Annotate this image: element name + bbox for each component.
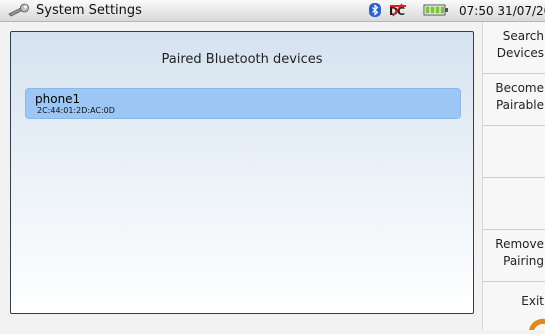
- device-name: phone1: [35, 92, 81, 106]
- softkey-label: Exit: [521, 294, 544, 308]
- remove-pairing-button[interactable]: Remove Pairing: [483, 230, 545, 282]
- clock-time: 07:50: [459, 4, 494, 18]
- search-devices-button[interactable]: Search Devices: [483, 22, 545, 74]
- softkey-label: Become: [495, 81, 544, 95]
- panel-title: Paired Bluetooth devices: [161, 52, 323, 67]
- dc-power-icon: D C: [389, 3, 406, 17]
- softkey-label: Search: [502, 29, 544, 43]
- softkey-column: Search Devices Become Pairable Remove Pa…: [482, 22, 545, 330]
- clock-date: 31/07/2012: [497, 4, 545, 18]
- corner-arc-icon: [529, 318, 545, 330]
- wrench-icon: [8, 3, 29, 17]
- softkey-label: Devices: [496, 46, 544, 60]
- clock: 07:50 31/07/2012: [459, 4, 545, 18]
- softkey-label: Pairable: [495, 98, 544, 112]
- device-list-item[interactable]: phone1 2C:44:01:2D:AC:0D: [25, 88, 461, 119]
- empty-softkey-3[interactable]: [483, 126, 545, 178]
- title-bar: System Settings D C 07:50 31/07/2012: [0, 0, 545, 22]
- softkey-label: Pairing: [503, 254, 544, 268]
- paired-devices-panel: Paired Bluetooth devices phone1 2C:44:01…: [10, 31, 474, 314]
- device-address: 2C:44:01:2D:AC:0D: [37, 106, 115, 115]
- empty-softkey-4[interactable]: [483, 178, 545, 230]
- window-title: System Settings: [36, 3, 142, 18]
- become-pairable-button[interactable]: Become Pairable: [483, 74, 545, 126]
- softkey-label: Remove: [495, 237, 544, 251]
- battery-icon: [423, 4, 448, 16]
- bluetooth-icon: [369, 3, 381, 17]
